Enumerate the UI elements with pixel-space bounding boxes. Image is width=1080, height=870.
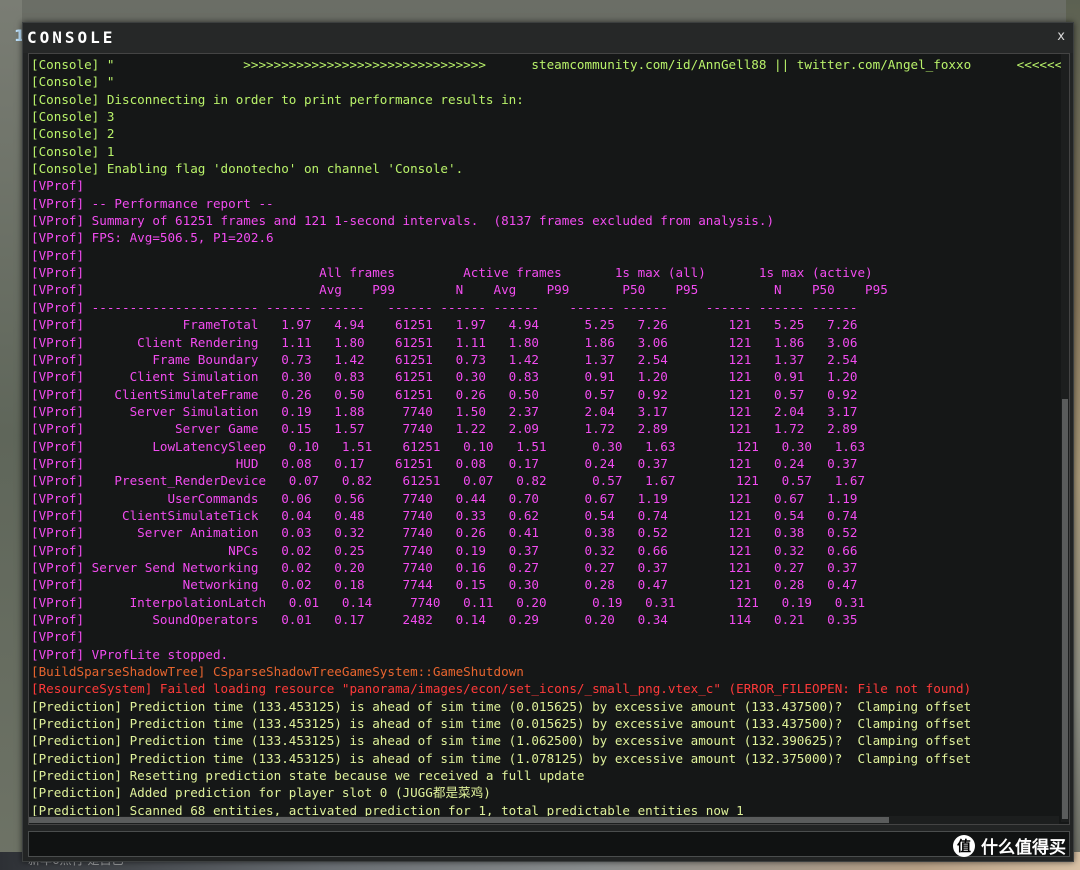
console-line: [VProf] Server Simulation 0.19 1.88 7740… [31, 403, 858, 419]
console-line: [Prediction] Prediction time (133.453125… [31, 733, 972, 749]
console-line: [VProf] ClientSimulateFrame 0.26 0.50 61… [31, 386, 858, 402]
console-line: [VProf] VProfLite stopped. [31, 646, 229, 662]
console-line: [VProf] Client Simulation 0.30 0.83 6125… [31, 369, 858, 385]
console-line: [VProf] Networking 0.02 0.18 7744 0.15 0… [31, 577, 858, 593]
horizontal-scrollbar-thumb[interactable] [29, 817, 889, 823]
game-background-left [0, 0, 22, 870]
console-line: [ResourceSystem] Failed loading resource… [31, 681, 972, 697]
console-window: CONSOLE x [Console] " >>>>>>>>>>>>>>>>>>… [22, 22, 1074, 862]
console-line: [VProf] Summary of 61251 frames and 121 … [31, 213, 775, 229]
console-command-input[interactable] [29, 832, 1069, 856]
console-line: [VProf] UserCommands 0.06 0.56 7740 0.44… [31, 490, 858, 506]
console-line: [Prediction] Added prediction for player… [31, 785, 491, 801]
console-line: [VProf] All frames Active frames 1s max … [31, 265, 873, 281]
console-line: [Console] " >>>>>>>>>>>>>>>>>>>>>>>>>>>>… [31, 57, 1065, 72]
console-line: [VProf] SoundOperators 0.01 0.17 2482 0.… [31, 612, 858, 627]
console-output[interactable]: [Console] " >>>>>>>>>>>>>>>>>>>>>>>>>>>>… [28, 53, 1070, 825]
close-icon[interactable]: x [1057, 29, 1065, 44]
console-line: [VProf] ClientSimulateTick 0.04 0.48 774… [31, 507, 858, 523]
vertical-scrollbar[interactable] [1061, 54, 1069, 822]
console-line: [Prediction] Prediction time (133.453125… [31, 750, 972, 766]
console-line: [VProf] FPS: Avg=506.5, P1=202.6 [31, 230, 274, 246]
console-line: [VProf] InterpolationLatch 0.01 0.14 774… [31, 594, 866, 610]
console-line: [Console] 3 [31, 109, 115, 125]
console-line: [VProf] [31, 247, 85, 263]
console-line: [VProf] -- Performance report -- [31, 195, 274, 211]
console-line: [VProf] ---------------------- ------ --… [31, 299, 858, 315]
console-line: [Prediction] Prediction time (133.453125… [31, 698, 972, 714]
console-line: [VProf] Avg P99 N Avg P99 P50 P95 N P50 … [31, 282, 888, 298]
console-line: [VProf] [31, 178, 85, 194]
console-line: [VProf] FrameTotal 1.97 4.94 61251 1.97 … [31, 317, 858, 333]
console-line: [Console] " [31, 74, 115, 90]
watermark: 值 什么值得买 [953, 833, 1066, 858]
console-line: [Console] Disconnecting in order to prin… [31, 91, 524, 107]
watermark-badge-icon: 值 [953, 834, 975, 857]
console-line: [Console] 2 [31, 126, 115, 142]
watermark-text: 什么值得买 [981, 838, 1066, 858]
console-titlebar[interactable]: CONSOLE x [23, 23, 1073, 53]
console-line: [VProf] Server Game 0.15 1.57 7740 1.22 … [31, 421, 858, 437]
console-line: [VProf] HUD 0.08 0.17 61251 0.08 0.17 0.… [31, 455, 858, 471]
console-line: [Console] 1 [31, 143, 115, 159]
console-line: [VProf] LowLatencySleep 0.10 1.51 61251 … [31, 438, 866, 454]
console-line: [Prediction] Resetting prediction state … [31, 768, 585, 784]
console-input-row[interactable] [28, 831, 1070, 857]
console-line: [BuildSparseShadowTree] CSparseShadowTre… [31, 664, 524, 680]
console-line: [Console] Enabling flag 'donotecho' on c… [31, 161, 464, 177]
horizontal-scrollbar[interactable] [29, 816, 1059, 824]
console-line: [VProf] Present_RenderDevice 0.07 0.82 6… [31, 473, 866, 489]
console-line: [VProf] Client Rendering 1.11 1.80 61251… [31, 334, 858, 350]
console-line: [Prediction] Prediction time (133.453125… [31, 716, 972, 732]
console-line: [VProf] Server Send Networking 0.02 0.20… [31, 559, 858, 575]
console-line: [VProf] Server Animation 0.03 0.32 7740 … [31, 525, 858, 541]
console-line: [VProf] [31, 629, 85, 645]
console-line: [VProf] Frame Boundary 0.73 1.42 61251 0… [31, 351, 858, 367]
console-title: CONSOLE [27, 28, 116, 47]
console-log: [Console] " >>>>>>>>>>>>>>>>>>>>>>>>>>>>… [29, 56, 1065, 824]
vertical-scrollbar-thumb[interactable] [1062, 399, 1068, 819]
console-line: [VProf] NPCs 0.02 0.25 7740 0.19 0.37 0.… [31, 542, 858, 558]
